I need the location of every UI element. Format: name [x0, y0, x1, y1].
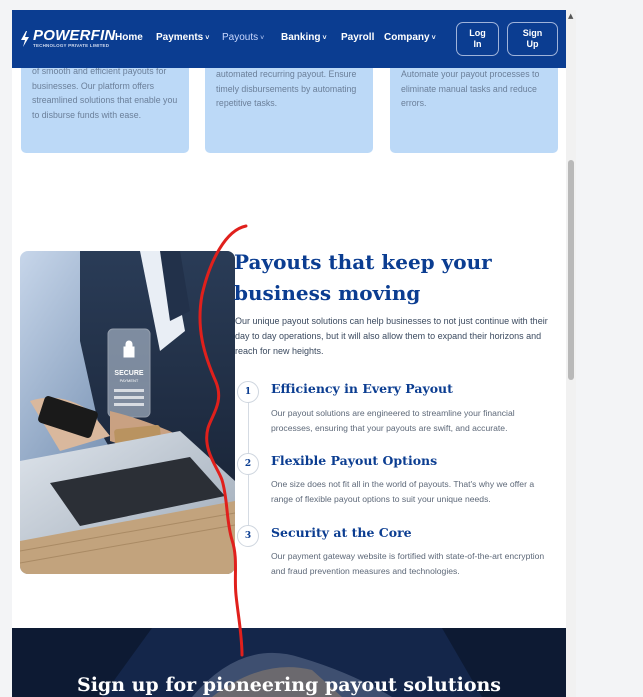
banner-title: Sign up for pioneering payout solutions — [76, 674, 502, 696]
secure-payment-image: SECURE PAYMENT — [20, 251, 235, 574]
secure-badge-text: SECURE — [114, 370, 144, 377]
nav-item-payouts[interactable]: Payouts ˅ — [222, 32, 264, 43]
nav-item-home[interactable]: Home — [115, 32, 143, 43]
nav-item-payroll[interactable]: Payroll — [341, 32, 374, 43]
brand-tagline: TECHNOLOGY PRIVATE LIMITED — [33, 43, 110, 48]
nav-item-payments[interactable]: Payments ˅ — [156, 32, 209, 43]
lightning-icon — [21, 30, 29, 47]
feature-card-text: of smooth and efficient payouts for busi… — [32, 66, 178, 120]
step-description: Our payment gateway website is fortified… — [271, 551, 545, 576]
chevron-down-icon: ˅ — [322, 35, 327, 42]
scroll-up-arrow-icon[interactable]: ▲ — [568, 12, 573, 20]
top-navbar: POWERFIN TECHNOLOGY PRIVATE LIMITED Home… — [12, 10, 566, 68]
brand-logo[interactable]: POWERFIN TECHNOLOGY PRIVATE LIMITED — [20, 28, 115, 49]
step-title: Efficiency in Every Payout — [271, 381, 453, 396]
chevron-down-icon: ˅ — [205, 35, 210, 42]
signup-banner: Sign up for pioneering payout solutions — [12, 628, 566, 697]
step-description: Our payout solutions are engineered to s… — [271, 408, 515, 433]
step-description: One size does not fit all in the world o… — [271, 479, 535, 504]
nav-item-company[interactable]: Company ˅ — [384, 32, 436, 43]
step-title: Security at the Core — [271, 525, 412, 540]
brand-name: POWERFIN — [33, 27, 116, 44]
step-number: 3 — [237, 525, 259, 547]
browser-window: of smooth and efficient payouts for busi… — [12, 10, 576, 697]
chevron-down-icon: ˅ — [431, 35, 436, 42]
vertical-scrollbar[interactable]: ▲ — [566, 10, 576, 697]
feature-card-text: Automate your payout processes to elimin… — [401, 69, 540, 109]
chevron-down-icon: ˅ — [260, 35, 265, 42]
page-viewport: of smooth and efficient payouts for busi… — [12, 10, 566, 697]
nav-item-banking[interactable]: Banking ˅ — [281, 32, 327, 43]
secure-badge-subtext: PAYMENT — [120, 378, 139, 383]
step-title: Flexible Payout Options — [271, 453, 438, 468]
payouts-section-title: Payouts that keep your business moving — [234, 250, 492, 305]
signup-button[interactable]: Sign Up — [507, 22, 558, 56]
step-number: 2 — [237, 453, 259, 475]
payouts-intro: Our unique payout solutions can help bus… — [235, 316, 548, 356]
feature-card-text: automated recurring payout. Ensure timel… — [216, 69, 357, 109]
login-button[interactable]: Log In — [456, 22, 499, 56]
scrollbar-thumb[interactable] — [568, 160, 574, 380]
step-number: 1 — [237, 381, 259, 403]
